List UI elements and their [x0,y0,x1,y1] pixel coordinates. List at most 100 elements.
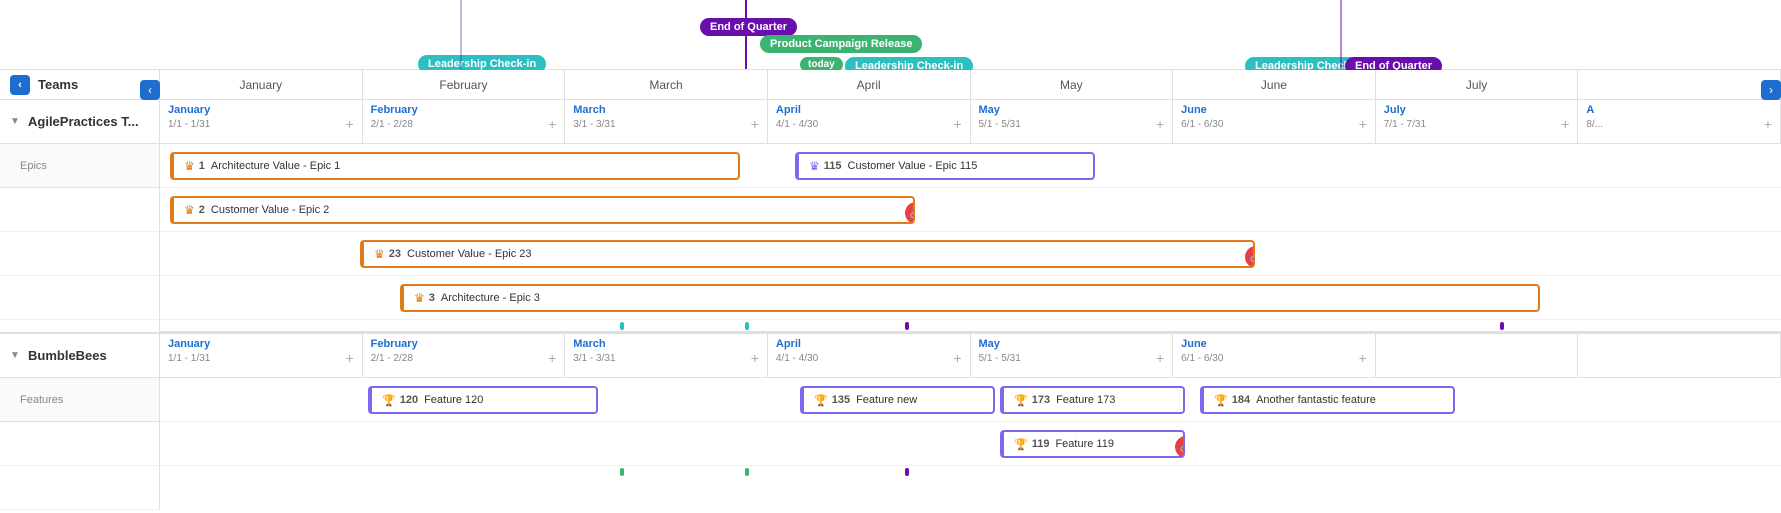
bb-jan-cell: January 1/1 - 1/31 + [160,334,363,377]
agilepractices-type: Epics [0,144,159,188]
month-header-row: ‹ Teams January February March April May… [0,70,1781,100]
bb-add-may-button[interactable]: + [1156,350,1164,366]
month-february: February [363,70,566,99]
add-may-button[interactable]: + [1156,116,1164,132]
product-campaign-label: Product Campaign Release [760,35,922,53]
bb-apr-cell: April 4/1 - 4/30 + [768,334,971,377]
nav-right-button[interactable]: › [1761,80,1781,100]
link-icon-119: 🔗 [1175,436,1185,458]
epic-left-spacer-1 [0,188,159,232]
teams-header: ‹ Teams [0,70,160,99]
agile-may-cell: May 5/1 - 5/31 + [971,100,1174,143]
crown-icon-3: ♛ [414,291,425,305]
trophy-icon-120: 🏆 [382,394,396,407]
end-of-quarter-vline [745,0,747,69]
bumblebees-month-row: January 1/1 - 1/31 + February 2/1 - 2/28… [160,334,1781,378]
epic-2-bar[interactable]: ♛ 2 Customer Value - Epic 2 🔗 [170,196,915,224]
crown-icon-1: ♛ [184,159,195,173]
bumblebees-team-name[interactable]: BumbleBees [28,348,107,363]
team-bumblebees: ▼ BumbleBees Features January 1/1 - 1/31 [0,334,1781,510]
agile-jul-cell: July 7/1 - 7/31 + [1376,100,1579,143]
link-icon-23: 🔗 [1245,246,1255,268]
add-apr-button[interactable]: + [953,116,961,132]
team-right-agilepractices: January 1/1 - 1/31 + February 2/1 - 2/28… [160,100,1781,332]
bb-milestone-dot-2 [745,468,749,476]
milestone-dot-4 [1500,322,1504,330]
feature-184-bar[interactable]: 🏆 184 Another fantastic feature [1200,386,1455,414]
bb-mar-cell: March 3/1 - 3/31 + [565,334,768,377]
agilepractices-team-name[interactable]: AgilePractices T... [28,114,139,129]
month-june: June [1173,70,1376,99]
teams-label: Teams [38,77,78,92]
add-jan-button[interactable]: + [345,116,353,132]
trophy-icon-173: 🏆 [1014,394,1028,407]
team-agilepractices: ▼ AgilePractices T... Epics January [0,100,1781,334]
team-right-bumblebees: January 1/1 - 1/31 + February 2/1 - 2/28… [160,334,1781,510]
bumblebees-type: Features [0,378,159,422]
agile-feb-cell: February 2/1 - 2/28 + [363,100,566,143]
link-icon-2: 🔗 [905,202,915,224]
bb-add-jan-button[interactable]: + [345,350,353,366]
epic-1-bar[interactable]: ♛ 1 Architecture Value - Epic 1 [170,152,740,180]
agile-jun-cell: June 6/1 - 6/30 + [1173,100,1376,143]
feature-left-spacer-2 [0,466,159,510]
feature-row-0: 🏆 120 Feature 120 🏆 135 Feature new [160,378,1781,422]
agilepractices-month-row: January 1/1 - 1/31 + February 2/1 - 2/28… [160,100,1781,144]
bb-indicator-row [160,466,1781,478]
epics-area: ♛ 1 Architecture Value - Epic 1 ♛ 115 Cu… [160,144,1781,332]
add-mar-button[interactable]: + [751,116,759,132]
add-jun-button[interactable]: + [1359,116,1367,132]
epic-left-spacer-3 [0,276,159,320]
bb-add-mar-button[interactable]: + [751,350,759,366]
bb-feb-cell: February 2/1 - 2/28 + [363,334,566,377]
end-of-quarter-vline-2 [1340,0,1342,69]
agile-aug-cell: A 8/... + [1578,100,1781,143]
feature-119-bar[interactable]: 🏆 119 Feature 119 🔗 [1000,430,1185,458]
epic-3-bar[interactable]: ♛ 3 Architecture - Epic 3 [400,284,1540,312]
bb-milestone-dot-1 [620,468,624,476]
add-feb-button[interactable]: + [548,116,556,132]
epic-115-bar[interactable]: ♛ 115 Customer Value - Epic 115 [795,152,1095,180]
crown-icon-23: ♛ [374,247,385,261]
crown-icon-115: ♛ [809,159,820,173]
bb-jul-cell [1376,334,1579,377]
collapse-teams-button[interactable]: ‹ [10,75,30,95]
bb-aug-cell [1578,334,1781,377]
bb-add-jun-button[interactable]: + [1359,350,1367,366]
agile-mar-cell: March 3/1 - 3/31 + [565,100,768,143]
features-area: 🏆 120 Feature 120 🏆 135 Feature new [160,378,1781,478]
indicator-row [160,320,1781,332]
bb-jun-cell: June 6/1 - 6/30 + [1173,334,1376,377]
trophy-icon-119: 🏆 [1014,438,1028,451]
team-bumblebees-header: ▼ BumbleBees [0,334,159,378]
bb-add-feb-button[interactable]: + [548,350,556,366]
epic-23-bar[interactable]: ♛ 23 Customer Value - Epic 23 🔗 [360,240,1255,268]
epic-left-spacer-2 [0,232,159,276]
leadership-vline-1 [460,0,462,69]
team-left-agilepractices: ▼ AgilePractices T... Epics [0,100,160,332]
month-march: March [565,70,768,99]
timeline-container: End of Quarter Leadership Check-in Produ… [0,0,1781,513]
epic-row-2: ♛ 23 Customer Value - Epic 23 🔗 [160,232,1781,276]
month-july: July [1376,70,1579,99]
nav-left-button[interactable]: ‹ [140,80,160,100]
agile-jan-cell: January 1/1 - 1/31 + [160,100,363,143]
feature-120-bar[interactable]: 🏆 120 Feature 120 [368,386,598,414]
collapse-bumblebees-icon[interactable]: ▼ [8,349,22,363]
add-jul-button[interactable]: + [1561,116,1569,132]
agile-apr-cell: April 4/1 - 4/30 + [768,100,971,143]
add-aug-button[interactable]: + [1764,116,1772,132]
milestone-dot-2 [745,322,749,330]
feature-left-spacer-1 [0,422,159,466]
feature-row-1: 🏆 119 Feature 119 🔗 [160,422,1781,466]
month-april: April [768,70,971,99]
epic-row-3: ♛ 3 Architecture - Epic 3 [160,276,1781,320]
month-headers: January February March April May June Ju… [160,70,1781,99]
feature-135-bar[interactable]: 🏆 135 Feature new [800,386,995,414]
feature-173-bar[interactable]: 🏆 173 Feature 173 [1000,386,1185,414]
milestone-dot-3 [905,322,909,330]
bb-add-apr-button[interactable]: + [953,350,961,366]
epic-row-1: ♛ 2 Customer Value - Epic 2 🔗 [160,188,1781,232]
crown-icon-2: ♛ [184,203,195,217]
collapse-agilepractices-icon[interactable]: ▼ [8,115,22,129]
